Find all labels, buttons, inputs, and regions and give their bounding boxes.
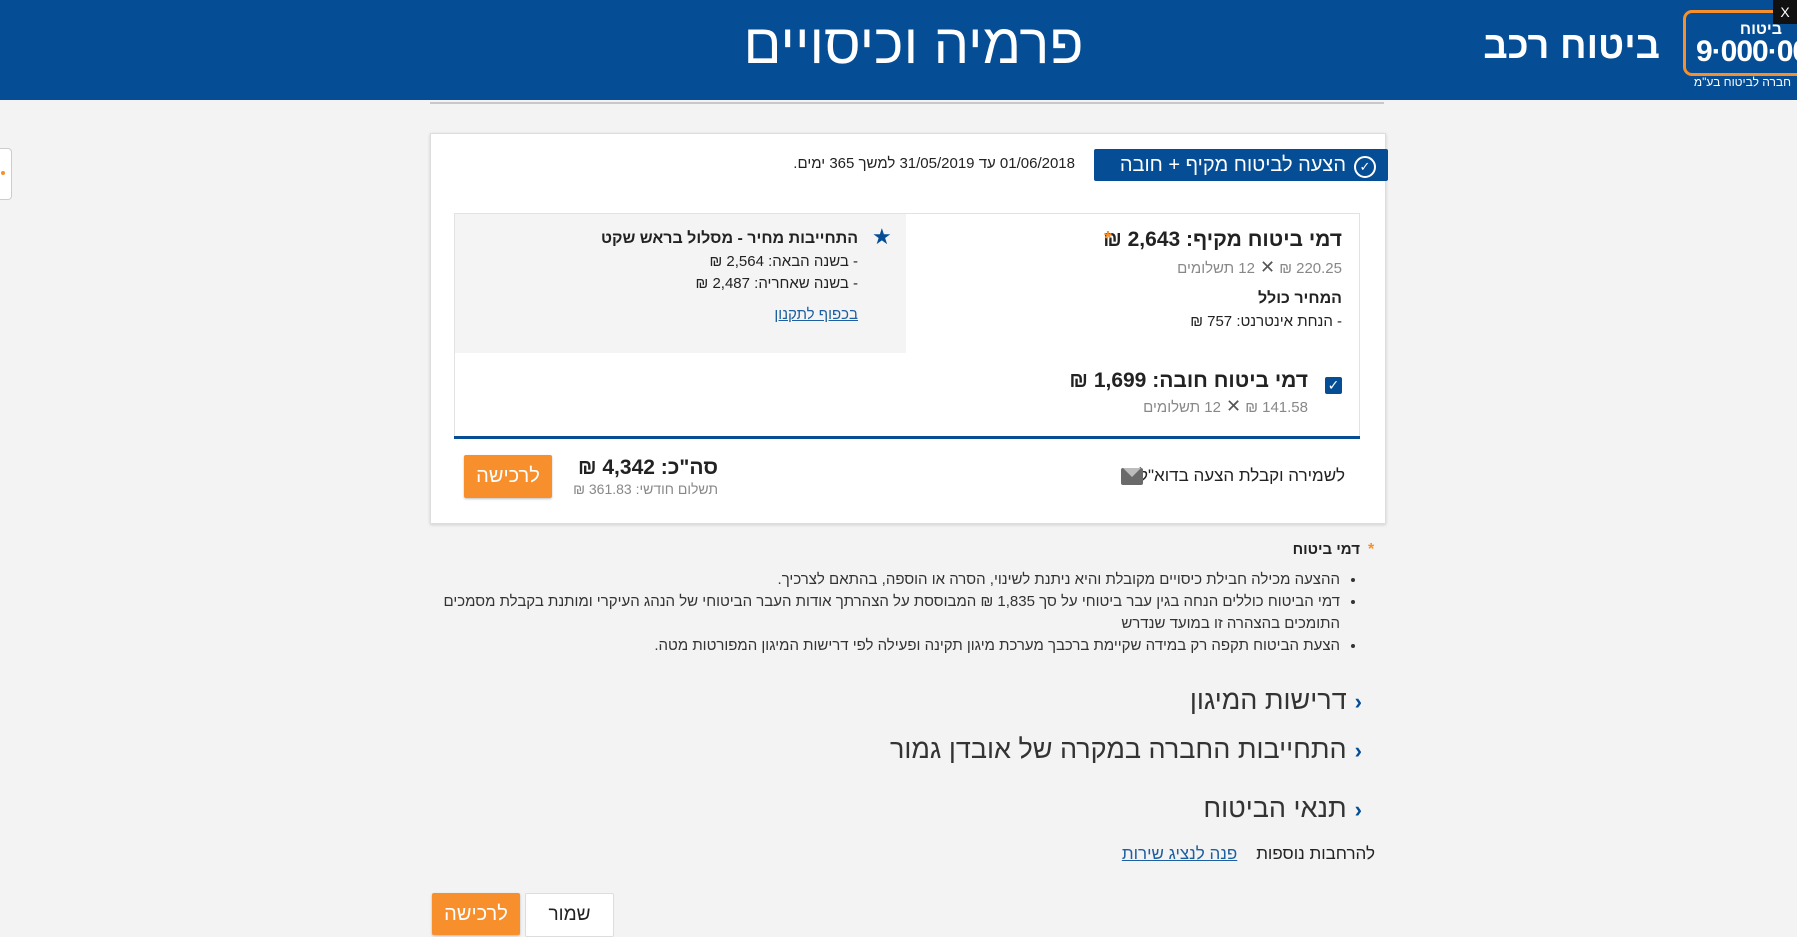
asterisk-icon: * [1104, 228, 1112, 250]
list-item: ההצעה מכילה חבילת כיסויים מקובלת והיא ני… [440, 569, 1340, 591]
mandatory-checkbox[interactable]: ✓ [1325, 377, 1342, 394]
chevron-icon: ‹ [1354, 797, 1362, 822]
total-price: סה"כ: 4,342 ₪ [577, 456, 718, 479]
offer-badge-label: הצעה לביטוח מקיף + חובה [1119, 154, 1346, 176]
installment-count: 12 תשלומים [1143, 399, 1221, 416]
save-button[interactable]: שמור [525, 893, 614, 937]
extensions-row: להרחבות נוספות פנה לנציג שירות [1122, 844, 1375, 864]
logo-subtitle: חברה לביטוח בע"מ [1693, 75, 1791, 89]
envelope-icon[interactable] [1121, 468, 1143, 485]
list-item: הצעת הביטוח תקפה רק במידה שקיימת ברכבך מ… [440, 635, 1340, 657]
asterisk-icon: * [1368, 541, 1375, 558]
close-icon[interactable]: X [1773, 0, 1797, 24]
installment-amount: 141.58 ₪ [1245, 399, 1308, 416]
accordion-insurance-terms[interactable]: ‹ תנאי הביטוח [1203, 791, 1362, 827]
logo-phone-number: 9·000·00 [1696, 35, 1797, 68]
contact-agent-link[interactable]: פנה לנציג שירות [1122, 844, 1237, 863]
mandatory-premium: דמי ביטוח חובה: 1,699 ₪ [1069, 369, 1308, 392]
check-circle-icon: ✓ [1354, 156, 1376, 178]
divider [454, 436, 1360, 439]
notes-heading: דמי ביטוח [1292, 541, 1360, 558]
insurance-period: 01/06/2018 עד 31/05/2019 למשך 365 ימים. [793, 155, 1075, 172]
accordion-total-loss[interactable]: ‹ התחייבות החברה במקרה של אובדן גמור [890, 732, 1362, 768]
chevron-icon: ‹ [1354, 689, 1362, 714]
price-commitment-title: התחייבות מחיר - מסלול בראש שקט [600, 230, 858, 247]
section-title: ביטוח רכב [1483, 25, 1660, 67]
installment-count: 12 תשלומים [1177, 260, 1255, 277]
list-item: דמי הביטוח כוללים הנחה בגין עבר ביטוחי ע… [440, 591, 1341, 635]
extensions-label: להרחבות נוספות [1256, 844, 1375, 863]
dot-icon [1, 171, 5, 175]
following-year-price: - בשנה שאחריה: 2,487 ₪ [695, 275, 858, 292]
notes-list: ההצעה מכילה חבילת כיסויים מקובלת והיא ני… [440, 569, 1360, 657]
price-includes-title: המחיר כולל [1258, 290, 1342, 307]
buy-button-bottom[interactable]: לרכישה [432, 893, 520, 935]
installment-amount: 220.25 ₪ [1279, 260, 1342, 277]
terms-link[interactable]: בכפוף לתקנון [774, 306, 858, 323]
offer-badge: ✓ הצעה לביטוח מקיף + חובה [1094, 149, 1388, 181]
comprehensive-installments: 220.25 ₪ ✕ 12 תשלומים [1177, 257, 1342, 278]
next-year-price: - בשנה הבאה: 2,564 ₪ [709, 253, 859, 270]
accordion-label: התחייבות החברה במקרה של אובדן גמור [889, 734, 1347, 764]
internet-discount: - הנחת אינטרנט: 757 ₪ [1190, 313, 1342, 330]
side-feedback-tab[interactable] [0, 148, 12, 200]
accordion-security-requirements[interactable]: ‹ דרישות המיגון [1190, 683, 1362, 719]
buy-button[interactable]: לרכישה [464, 455, 552, 498]
accordion-label: תנאי הביטוח [1203, 793, 1347, 823]
star-icon: ★ [872, 224, 892, 249]
divider [430, 102, 1384, 104]
multiply-icon: ✕ [1220, 396, 1242, 416]
comprehensive-premium: דמי ביטוח מקיף: 2,643 ₪ [1103, 228, 1342, 251]
accordion-label: דרישות המיגון [1189, 685, 1347, 715]
mandatory-installments: 141.58 ₪ ✕ 12 תשלומים [1143, 396, 1308, 417]
multiply-icon: ✕ [1254, 257, 1276, 277]
chevron-icon: ‹ [1354, 738, 1362, 763]
email-quote-link[interactable]: לשמירה וקבלת הצעה בדוא"ל [1139, 466, 1345, 486]
monthly-payment: תשלום חודשי: 361.83 ₪ [573, 481, 718, 497]
header-bar: פרמיה וכיסויים ביטוח רכב ביטוח 9·000·00 … [0, 0, 1797, 100]
